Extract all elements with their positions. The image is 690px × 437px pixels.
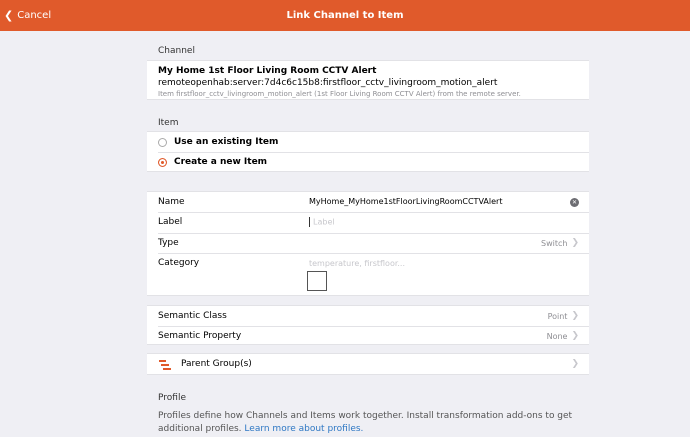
profile-section-title: Profile: [158, 393, 186, 403]
parent-groups-row[interactable]: Parent Group(s) ❯: [147, 353, 589, 375]
profile-description: Profiles define how Channels and Items w…: [158, 410, 578, 436]
item-section-title: Item: [158, 118, 179, 128]
semantic-panel: Semantic Class Point ❯ Semantic Property…: [147, 305, 589, 345]
label-label: Label: [158, 217, 183, 227]
channel-panel: My Home 1st Floor Living Room CCTV Alert…: [147, 60, 589, 100]
name-input[interactable]: MyHome_MyHome1stFloorLivingRoomCCTVAlert: [309, 197, 502, 206]
item-form-panel: Name MyHome_MyHome1stFloorLivingRoomCCTV…: [147, 191, 589, 296]
label-input[interactable]: Label: [309, 217, 335, 227]
use-existing-item-option[interactable]: Use an existing Item: [147, 132, 589, 152]
channel-uid: remoteopenhab:server:7d4c6c15b8:firstflo…: [158, 78, 498, 88]
clear-icon[interactable]: ✕: [570, 198, 579, 207]
category-input[interactable]: temperature, firstfloor...: [309, 259, 405, 268]
create-new-item-option[interactable]: Create a new Item: [147, 152, 589, 172]
radio-unchecked-icon: [158, 137, 167, 147]
category-label: Category: [158, 258, 200, 268]
semantic-class-value: Point: [547, 311, 568, 321]
radio-checked-icon: [158, 157, 167, 167]
type-select[interactable]: Switch ❯: [541, 238, 579, 248]
type-value: Switch: [541, 238, 568, 248]
chevron-right-icon: ❯: [571, 331, 579, 341]
channel-section-title: Channel: [158, 46, 195, 56]
item-option-panel: Use an existing Item Create a new Item: [147, 131, 589, 172]
channel-name: My Home 1st Floor Living Room CCTV Alert: [158, 66, 377, 76]
semantic-class-label: Semantic Class: [158, 311, 227, 321]
profile-description-text: Profiles define how Channels and Items w…: [158, 411, 573, 434]
parent-groups-chevron: ❯: [567, 359, 579, 369]
semantic-property-select[interactable]: None ❯: [547, 331, 579, 341]
chevron-right-icon: ❯: [571, 238, 579, 248]
semantic-class-select[interactable]: Point ❯: [548, 311, 579, 321]
list-icon: [159, 360, 171, 370]
parent-groups-label: Parent Group(s): [181, 359, 252, 369]
text-caret: [309, 217, 310, 227]
learn-more-profiles-link[interactable]: Learn more about profiles.: [244, 424, 363, 434]
name-label: Name: [158, 197, 185, 207]
navbar: ❮ Cancel Link Channel to Item: [0, 0, 690, 31]
chevron-right-icon: ❯: [571, 311, 579, 321]
type-label: Type: [158, 238, 179, 248]
page-title: Link Channel to Item: [286, 10, 404, 21]
chevron-right-icon: ❯: [571, 359, 579, 369]
semantic-property-label: Semantic Property: [158, 331, 242, 341]
label-placeholder: Label: [313, 217, 335, 227]
category-icon-preview: [307, 271, 327, 291]
use-existing-item-label: Use an existing Item: [174, 137, 279, 147]
channel-description: Item firstfloor_cctv_livingroom_motion_a…: [158, 90, 521, 98]
semantic-property-value: None: [546, 331, 568, 341]
create-new-item-label: Create a new Item: [174, 157, 268, 167]
